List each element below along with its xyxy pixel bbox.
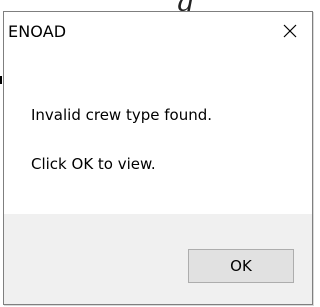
dialog-button-bar: OK [4, 214, 312, 304]
ok-button[interactable]: OK [188, 249, 294, 283]
message-line-2: Click OK to view. [31, 155, 156, 173]
dialog-title: ENOAD [8, 22, 67, 41]
dialog-titlebar[interactable]: ENOAD [4, 12, 312, 54]
close-icon [283, 24, 297, 38]
message-line-1: Invalid crew type found. [31, 106, 213, 124]
background-edge-mark [0, 76, 2, 84]
message-dialog: ENOAD Invalid crew type found. Click OK … [3, 11, 313, 305]
dialog-message-area: Invalid crew type found. Click OK to vie… [4, 54, 312, 214]
close-button[interactable] [272, 16, 308, 46]
